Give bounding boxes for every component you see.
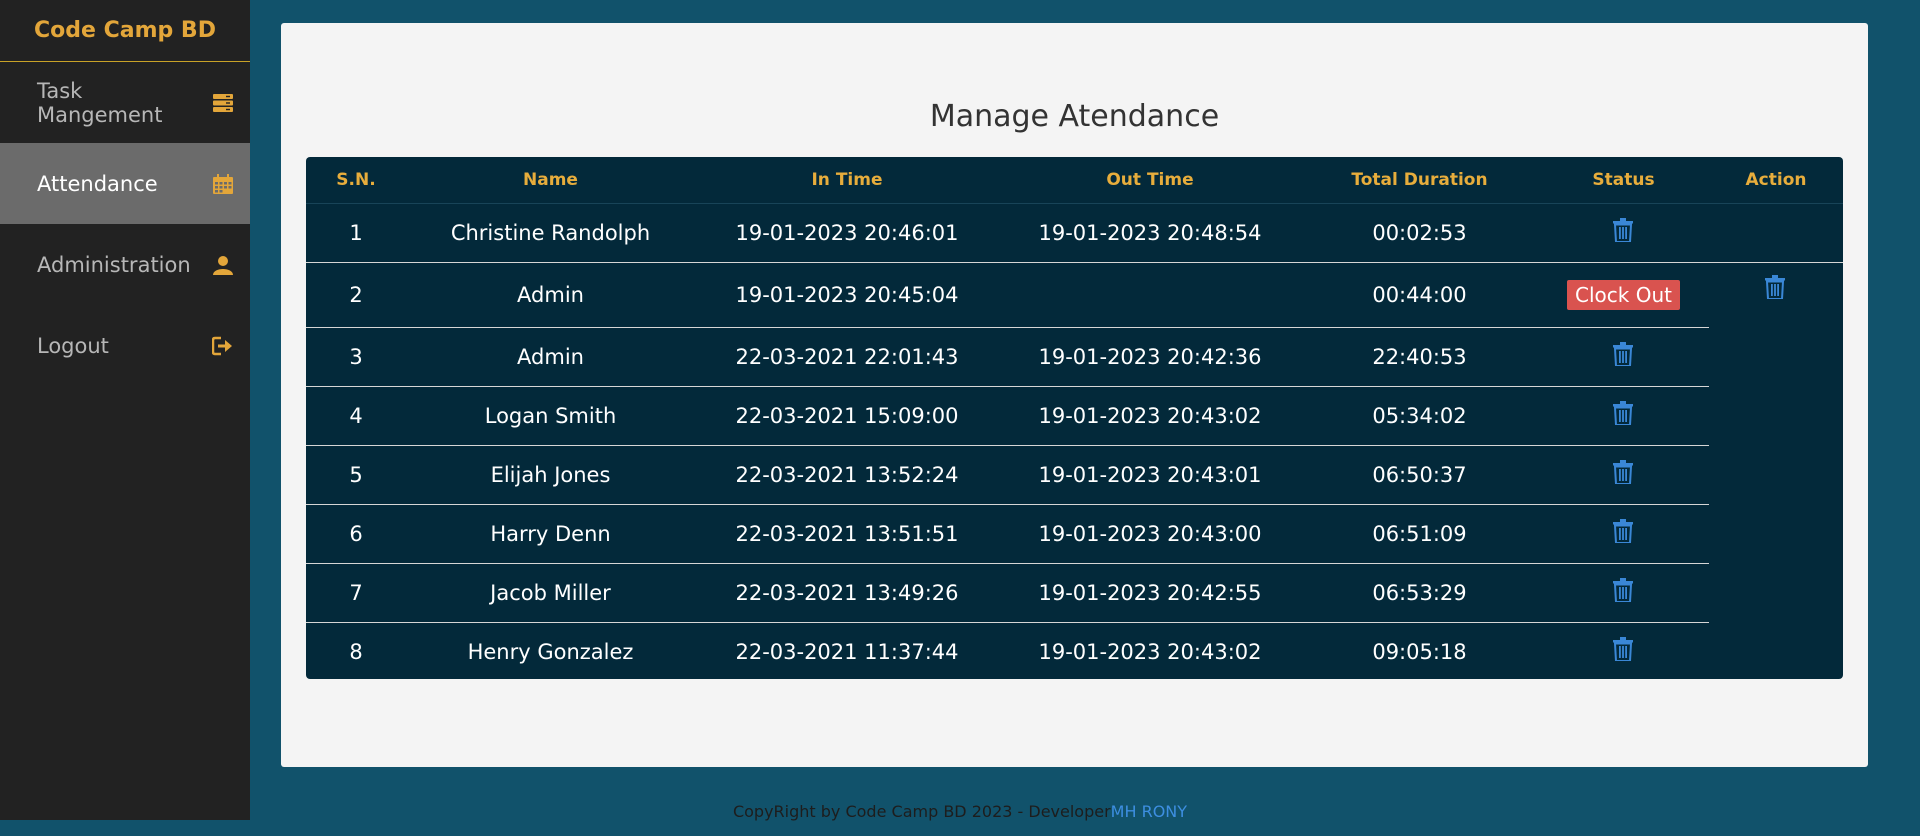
column-header-status: Status xyxy=(1538,157,1709,204)
cell-status xyxy=(1538,386,1709,446)
cell-in-time: 22-03-2021 15:09:00 xyxy=(695,386,999,446)
cell-out-time xyxy=(999,262,1301,328)
cell-out-time: 19-01-2023 20:48:54 xyxy=(999,203,1301,263)
cell-in-time: 22-03-2021 11:37:44 xyxy=(735,640,959,664)
cell-name: Henry Gonzalez xyxy=(467,640,634,664)
user-icon xyxy=(212,254,234,276)
cell-status xyxy=(1538,203,1709,263)
sidebar-item-task-management[interactable]: Task Mangement xyxy=(0,62,250,143)
cell-name: Logan Smith xyxy=(406,386,695,446)
column-header-total-duration: Total Duration xyxy=(1301,157,1538,204)
sidebar-item-attendance[interactable]: Attendance xyxy=(0,143,250,224)
table-row: 8 Henry Gonzalez 22-03-2021 11:37:44 19-… xyxy=(306,623,1843,680)
cell-duration: 06:51:09 xyxy=(1301,504,1538,564)
cell-in-time: 22-03-2021 13:51:51 xyxy=(695,504,999,564)
attendance-table: S.N. Name In Time Out Time Total Duratio… xyxy=(306,157,1843,679)
sidebar-item-logout[interactable]: Logout xyxy=(0,305,250,386)
cell-sn: 3 xyxy=(306,327,406,387)
cell-status xyxy=(1538,504,1709,564)
server-icon xyxy=(212,92,234,114)
cell-duration: 06:50:37 xyxy=(1301,445,1538,505)
logout-icon xyxy=(212,335,234,357)
calendar-icon xyxy=(212,173,234,195)
brand-title[interactable]: Code Camp BD xyxy=(0,0,250,62)
cell-action xyxy=(1709,263,1843,680)
trash-icon[interactable] xyxy=(1765,275,1787,301)
cell-sn: 8 xyxy=(349,640,363,664)
cell-out-time: 19-01-2023 20:43:02 xyxy=(999,386,1301,446)
cell-duration: 06:53:29 xyxy=(1301,563,1538,623)
trash-icon[interactable] xyxy=(1612,341,1635,368)
column-header-out-time: Out Time xyxy=(999,157,1301,204)
cell-out-time: 19-01-2023 20:43:00 xyxy=(999,504,1301,564)
cell-action xyxy=(1709,203,1843,263)
cell-sn: 7 xyxy=(306,563,406,623)
content-card: Manage Atendance S.N. Name In Time Out T… xyxy=(281,23,1868,767)
cell-duration: 00:02:53 xyxy=(1301,203,1538,263)
cell-status: Clock Out xyxy=(1538,262,1709,328)
cell-sn: 2 xyxy=(306,262,406,328)
developer-link[interactable]: MH RONY xyxy=(1111,802,1187,821)
clock-out-button[interactable]: Clock Out xyxy=(1567,280,1680,310)
table-header-row: S.N. Name In Time Out Time Total Duratio… xyxy=(306,157,1843,204)
sidebar-item-label: Administration xyxy=(37,252,191,277)
cell-sn: 4 xyxy=(306,386,406,446)
table-row: 6 Harry Denn 22-03-2021 13:51:51 19-01-2… xyxy=(306,504,1843,564)
cell-sn: 1 xyxy=(306,203,406,263)
cell-in-time: 19-01-2023 20:45:04 xyxy=(695,262,999,328)
sidebar-item-label: Task Mangement xyxy=(37,78,163,127)
cell-status xyxy=(1538,327,1709,387)
trash-icon[interactable] xyxy=(1612,636,1635,663)
sidebar-item-label: Attendance xyxy=(37,171,158,196)
trash-icon[interactable] xyxy=(1612,459,1635,486)
cell-in-time: 22-03-2021 13:49:26 xyxy=(695,563,999,623)
table-row: 7 Jacob Miller 22-03-2021 13:49:26 19-01… xyxy=(306,563,1843,623)
cell-name: Admin xyxy=(406,262,695,328)
cell-in-time: 19-01-2023 20:46:01 xyxy=(695,203,999,263)
trash-icon[interactable] xyxy=(1612,217,1635,244)
cell-status xyxy=(1538,445,1709,505)
column-header-in-time: In Time xyxy=(695,157,999,204)
table-row: 5 Elijah Jones 22-03-2021 13:52:24 19-01… xyxy=(306,445,1843,505)
trash-icon[interactable] xyxy=(1612,577,1635,604)
cell-out-time: 19-01-2023 20:42:55 xyxy=(999,563,1301,623)
cell-duration: 09:05:18 xyxy=(1372,640,1467,664)
column-header-sn: S.N. xyxy=(306,157,406,204)
cell-name: Elijah Jones xyxy=(406,445,695,505)
column-header-action: Action xyxy=(1709,157,1843,204)
trash-icon[interactable] xyxy=(1612,518,1635,545)
cell-duration: 05:34:02 xyxy=(1301,386,1538,446)
table-row: 1 Christine Randolph 19-01-2023 20:46:01… xyxy=(306,203,1843,263)
sidebar-item-label: Logout xyxy=(37,333,109,358)
cell-duration: 00:44:00 xyxy=(1301,262,1538,328)
cell-sn: 6 xyxy=(306,504,406,564)
column-header-name: Name xyxy=(406,157,695,204)
page-title: Manage Atendance xyxy=(929,99,1220,134)
cell-status xyxy=(1538,623,1709,680)
cell-name: Harry Denn xyxy=(406,504,695,564)
table-row: 3 Admin 22-03-2021 22:01:43 19-01-2023 2… xyxy=(306,327,1843,387)
footer: CopyRight by Code Camp BD 2023 - Develop… xyxy=(0,802,1920,821)
cell-sn: 5 xyxy=(306,445,406,505)
cell-out-time: 19-01-2023 20:43:02 xyxy=(1038,640,1262,664)
cell-name: Christine Randolph xyxy=(406,203,695,263)
sidebar: Code Camp BD Task Mangement Attendance A… xyxy=(0,0,250,820)
footer-text: CopyRight by Code Camp BD 2023 - Develop… xyxy=(732,802,1111,821)
cell-name: Jacob Miller xyxy=(406,563,695,623)
table-row: 2 Admin 19-01-2023 20:45:04 00:44:00 Clo… xyxy=(306,262,1843,328)
sidebar-item-administration[interactable]: Administration xyxy=(0,224,250,305)
cell-out-time: 19-01-2023 20:42:36 xyxy=(999,327,1301,387)
table-row: 4 Logan Smith 22-03-2021 15:09:00 19-01-… xyxy=(306,386,1843,446)
trash-icon[interactable] xyxy=(1612,400,1635,427)
cell-status xyxy=(1538,563,1709,623)
cell-name: Admin xyxy=(406,327,695,387)
cell-in-time: 22-03-2021 22:01:43 xyxy=(695,327,999,387)
cell-in-time: 22-03-2021 13:52:24 xyxy=(695,445,999,505)
cell-out-time: 19-01-2023 20:43:01 xyxy=(999,445,1301,505)
cell-duration: 22:40:53 xyxy=(1301,327,1538,387)
